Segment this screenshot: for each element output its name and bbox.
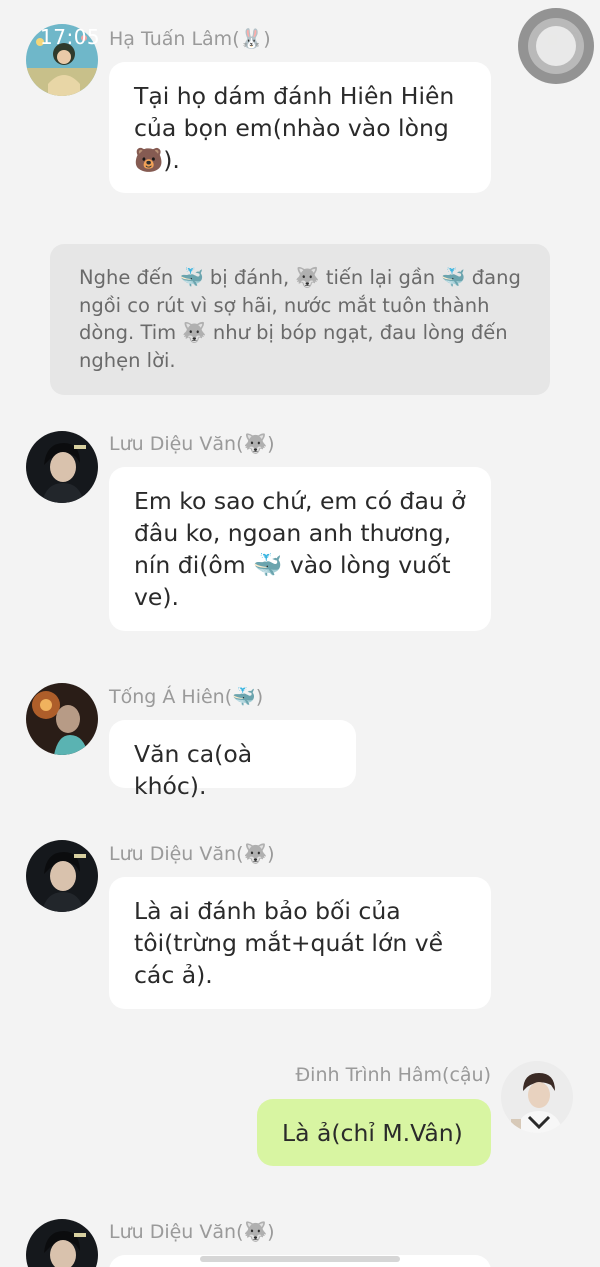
message-bubble[interactable]: Văn ca(oà khóc).: [109, 720, 356, 800]
avatar-luu-dieu-van[interactable]: [26, 1219, 98, 1267]
message-bubble[interactable]: Tại họ dám đánh Hiên Hiên của bọn em(nhà…: [109, 62, 491, 193]
assistive-touch-icon[interactable]: [518, 8, 594, 84]
avatar-luu-dieu-van-image: [26, 1219, 98, 1267]
message-bubble[interactable]: Là ai đánh bảo bối của tôi(trừng mắt+quá…: [109, 877, 491, 1009]
sender-name: Tống Á Hiên(🐳): [109, 686, 264, 708]
sender-name: Đinh Trình Hâm(cậu): [295, 1064, 491, 1086]
avatar-tong-a-hien-image: [26, 683, 98, 755]
sender-name: Lưu Diệu Văn(🐺): [109, 433, 275, 455]
avatar-luu-dieu-van-image: [26, 840, 98, 912]
sender-name: Lưu Diệu Văn(🐺): [109, 1221, 275, 1243]
status-time: 17:05: [40, 25, 101, 49]
avatar-dinh-trinh-ham[interactable]: [501, 1061, 573, 1133]
sender-name: Lưu Diệu Văn(🐺): [109, 843, 275, 865]
avatar-tong-a-hien[interactable]: [26, 683, 98, 755]
home-indicator[interactable]: [200, 1256, 400, 1262]
message-bubble[interactable]: Là ả(chỉ M.Vân): [257, 1099, 491, 1166]
chat-screen: 17:05 Hạ Tuấn Lâm(🐰) Tại họ dám đánh Hiê…: [0, 0, 600, 1267]
avatar-luu-dieu-van[interactable]: [26, 840, 98, 912]
avatar-luu-dieu-van-image: [26, 431, 98, 503]
narration-text: Nghe đến 🐳 bị đánh, 🐺 tiến lại gần 🐳 đan…: [50, 244, 550, 395]
avatar-dinh-trinh-ham-image: [501, 1061, 573, 1133]
avatar-luu-dieu-van[interactable]: [26, 431, 98, 503]
message-bubble[interactable]: Em ko sao chứ, em có đau ở đâu ko, ngoan…: [109, 467, 491, 631]
sender-name: Hạ Tuấn Lâm(🐰): [109, 28, 271, 50]
